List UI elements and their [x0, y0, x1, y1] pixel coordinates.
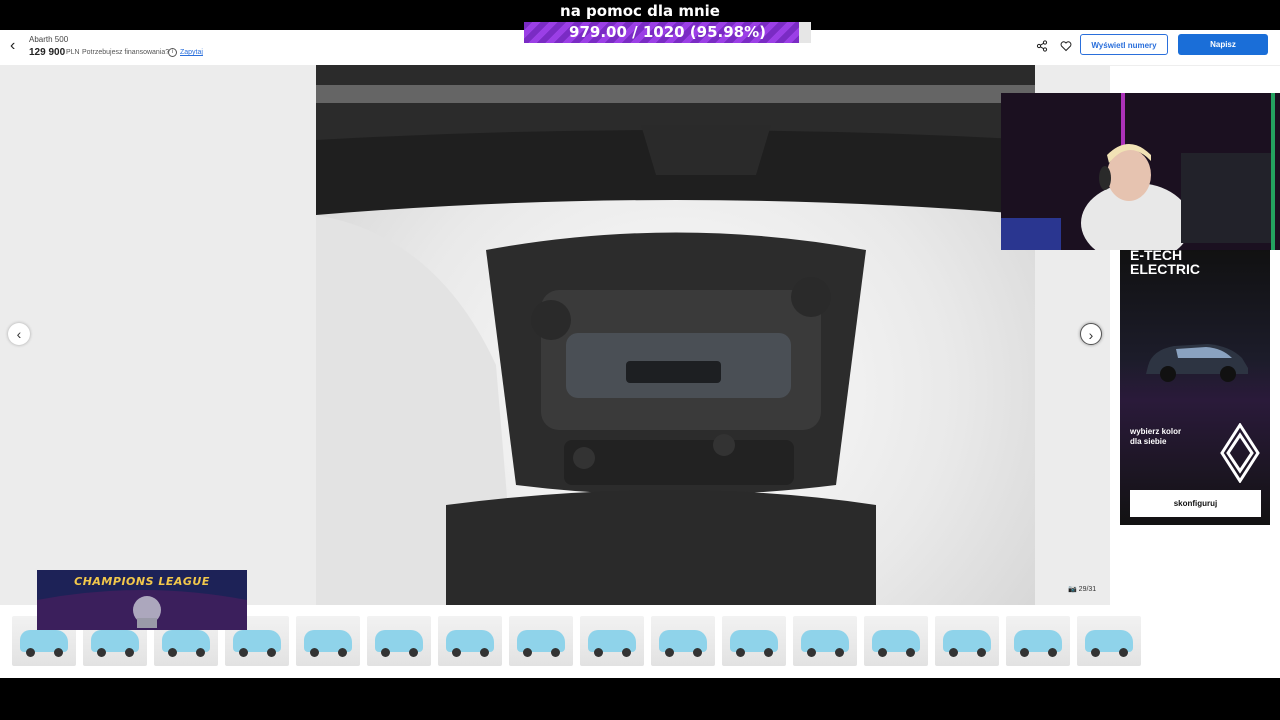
next-photo-button[interactable]: ›	[1080, 323, 1102, 345]
thumbnail-wheel	[1020, 648, 1029, 657]
renault-logo-icon	[1220, 423, 1260, 483]
thumbnail-wheel	[1091, 648, 1100, 657]
share-icon[interactable]	[1036, 40, 1048, 52]
photo-thumbnail[interactable]	[793, 616, 857, 666]
info-icon[interactable]: i	[168, 48, 177, 57]
webcam-image	[1001, 93, 1280, 250]
thumbnail-wheel	[452, 648, 461, 657]
photo-thumbnail[interactable]	[722, 616, 786, 666]
thumbnail-wheel	[977, 648, 986, 657]
thumbnail-wheel	[594, 648, 603, 657]
streamer-webcam	[1001, 93, 1280, 250]
thumbnail-wheel	[54, 648, 63, 657]
thumbnail-wheel	[878, 648, 887, 657]
thumbnail-wheel	[310, 648, 319, 657]
thumbnail-wheel	[523, 648, 532, 657]
thumbnail-wheel	[381, 648, 390, 657]
photo-thumbnail[interactable]	[509, 616, 573, 666]
photo-gallery: ‹ › 📷 29/31	[0, 65, 1110, 605]
thumbnail-wheel	[480, 648, 489, 657]
photo-thumbnail[interactable]	[580, 616, 644, 666]
thumbnail-wheel	[168, 648, 177, 657]
photo-thumbnail[interactable]	[935, 616, 999, 666]
financing-question: Potrzebujesz finansowania?	[82, 49, 170, 56]
ad-car-image	[1146, 344, 1248, 382]
thumbnail-wheel	[807, 648, 816, 657]
ad-configure-button[interactable]: skonfiguruj	[1130, 490, 1261, 517]
thumbnail-wheel	[906, 648, 915, 657]
thumbnail-wheel	[409, 648, 418, 657]
photo-thumbnail[interactable]	[367, 616, 431, 666]
thumbnail-wheel	[551, 648, 560, 657]
thumbnail-wheel	[97, 648, 106, 657]
photo-thumbnail[interactable]	[651, 616, 715, 666]
thumbnail-wheel	[196, 648, 205, 657]
photo-thumbnail[interactable]	[1006, 616, 1070, 666]
price: 129 900	[29, 47, 66, 58]
thumbnail-wheel	[1119, 648, 1128, 657]
thumbnail-wheel	[267, 648, 276, 657]
price-currency: PLN	[66, 49, 80, 56]
thumbnail-wheel	[764, 648, 773, 657]
thumbnail-wheel	[693, 648, 702, 657]
thumbnail-wheel	[665, 648, 674, 657]
photo-thumbnail[interactable]	[864, 616, 928, 666]
thumbnail-wheel	[338, 648, 347, 657]
thumbnail-wheel	[1048, 648, 1057, 657]
ask-link[interactable]: Zapytaj	[180, 49, 203, 56]
advertisement[interactable]: E-TECH ELECTRIC wybierz kolor dla siebie…	[1120, 248, 1270, 525]
photo-thumbnail[interactable]	[438, 616, 502, 666]
thumbnail-wheel	[622, 648, 631, 657]
thumbnail-wheel	[239, 648, 248, 657]
ad-title: E-TECH ELECTRIC	[1130, 247, 1200, 277]
car-name: Abarth 500	[29, 35, 69, 44]
thumbnail-wheel	[736, 648, 745, 657]
donation-progress-bar: 979.00 / 1020 (95.98%)	[524, 22, 811, 43]
thumbnail-wheel	[835, 648, 844, 657]
thumbnail-wheel	[125, 648, 134, 657]
photo-thumbnail[interactable]	[296, 616, 360, 666]
champions-league-label: CHAMPIONS LEAGUE	[74, 575, 210, 588]
write-message-button[interactable]: Napisz	[1178, 34, 1268, 55]
donation-progress-text: 979.00 / 1020 (95.98%)	[569, 23, 766, 41]
favorite-heart-icon[interactable]	[1060, 40, 1072, 52]
photo-counter: 📷 29/31	[1068, 586, 1097, 593]
car-interior-image	[316, 65, 1035, 605]
photo-counter-text: 29/31	[1078, 586, 1097, 593]
thumbnail-wheel	[949, 648, 958, 657]
thumbnail-wheel	[26, 648, 35, 657]
photo-thumbnail[interactable]	[1077, 616, 1141, 666]
donation-goal-title: na pomoc dla mnie	[560, 2, 720, 20]
ad-subtitle: wybierz kolor dla siebie	[1130, 427, 1182, 446]
champions-league-overlay: CHAMPIONS LEAGUE	[37, 570, 247, 630]
previous-photo-button[interactable]: ‹	[8, 323, 30, 345]
back-arrow-icon[interactable]: ‹	[10, 38, 22, 54]
main-photo[interactable]	[316, 65, 1035, 605]
show-numbers-button[interactable]: Wyświetl numery	[1080, 34, 1168, 55]
